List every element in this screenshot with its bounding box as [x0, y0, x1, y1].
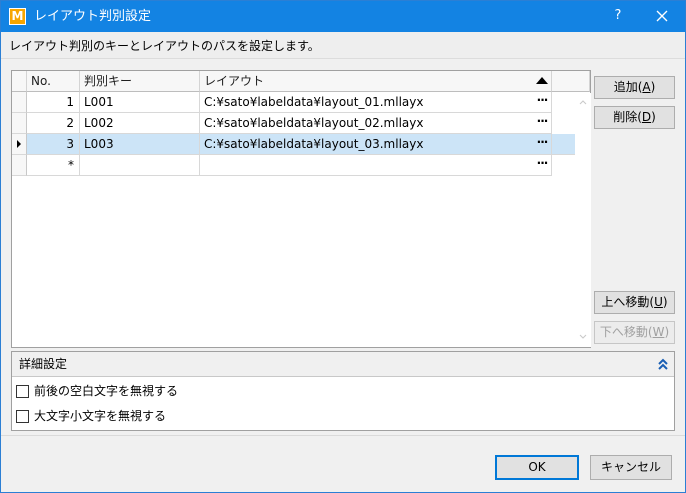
details-header[interactable]: 詳細設定	[12, 352, 674, 377]
move-down-button[interactable]: 下へ移動(W)	[594, 321, 675, 344]
add-button-label: 追加(	[613, 80, 643, 94]
ignore-case-label[interactable]: 大文字小文字を無視する	[34, 409, 166, 424]
details-title: 詳細設定	[19, 357, 68, 371]
cell-no[interactable]: 2	[27, 113, 80, 134]
row-header[interactable]	[12, 155, 27, 176]
new-row-marker[interactable]: *	[27, 155, 80, 176]
move-up-button[interactable]: 上へ移動(U)	[594, 291, 675, 314]
trim-whitespace-label[interactable]: 前後の空白文字を無視する	[34, 384, 178, 399]
description-bar: レイアウト判別のキーとレイアウトのパスを設定します。	[1, 32, 685, 59]
window-title: レイアウト判別設定	[34, 9, 152, 24]
move-down-button-close: )	[664, 325, 670, 339]
browse-ellipsis-button[interactable]: ···	[533, 155, 551, 175]
grid-vertical-scrollbar[interactable]	[575, 93, 591, 347]
cell-key[interactable]: L002	[80, 113, 200, 134]
scroll-up-icon[interactable]	[579, 98, 587, 106]
row-header-current[interactable]	[12, 134, 27, 155]
row-header[interactable]	[12, 113, 27, 134]
help-button[interactable]: ?	[607, 6, 629, 26]
browse-ellipsis-button[interactable]: ···	[533, 134, 551, 154]
move-down-button-mnemonic: W	[652, 325, 665, 339]
cell-key-new[interactable]	[80, 155, 200, 176]
details-panel: 詳細設定 前後の空白文字を無視する 大文字小文字を無視する	[11, 351, 675, 431]
column-header-filler	[552, 71, 590, 92]
current-row-pointer-icon	[17, 140, 21, 148]
row-header[interactable]	[12, 92, 27, 113]
cell-layout[interactable]: C:¥sato¥labeldata¥layout_01.mllayx	[200, 92, 552, 113]
cell-layout-new[interactable]	[200, 155, 552, 176]
chevron-double-up-icon[interactable]	[657, 357, 669, 371]
layout-discrimination-dialog: M レイアウト判別設定 ? レイアウト判別のキーとレイアウトのパスを設定します。…	[0, 0, 686, 493]
cell-no[interactable]: 3	[27, 134, 80, 155]
delete-button-label: 削除(	[613, 110, 642, 124]
move-up-button-close: )	[662, 295, 668, 309]
cancel-button[interactable]: キャンセル	[590, 455, 672, 480]
cell-layout[interactable]: C:¥sato¥labeldata¥layout_02.mllayx	[200, 113, 552, 134]
description-text: レイアウト判別のキーとレイアウトのパスを設定します。	[9, 39, 320, 53]
add-button-close: )	[650, 80, 656, 94]
move-down-button-label: 下へ移動(	[599, 325, 653, 339]
close-icon	[656, 10, 668, 22]
trim-whitespace-checkbox[interactable]	[16, 385, 29, 398]
ignore-case-checkbox[interactable]	[16, 410, 29, 423]
cell-layout[interactable]: C:¥sato¥labeldata¥layout_03.mllayx	[200, 134, 552, 155]
column-header-layout[interactable]: レイアウト	[200, 71, 552, 92]
add-button[interactable]: 追加(A)	[594, 76, 675, 99]
cell-key[interactable]: L003	[80, 134, 200, 155]
column-header-key[interactable]: 判別キー	[80, 71, 200, 92]
selected-row-filler	[552, 134, 575, 155]
app-logo-icon: M	[9, 8, 26, 25]
grid-corner-header	[12, 71, 27, 92]
cell-key[interactable]: L001	[80, 92, 200, 113]
close-button[interactable]	[649, 5, 675, 27]
layout-grid[interactable]: No. 判別キー レイアウト 1 L001 C:¥sato¥labeldata¥…	[11, 70, 591, 348]
browse-ellipsis-button[interactable]: ···	[533, 92, 551, 112]
browse-ellipsis-button[interactable]: ···	[533, 113, 551, 133]
move-up-button-mnemonic: U	[654, 295, 663, 309]
ok-button[interactable]: OK	[495, 455, 579, 480]
cell-no[interactable]: 1	[27, 92, 80, 113]
delete-button-close: )	[651, 110, 656, 124]
column-header-no[interactable]: No.	[27, 71, 80, 92]
scroll-down-icon[interactable]	[579, 333, 587, 341]
move-up-button-label: 上へ移動(	[601, 295, 655, 309]
title-bar: M レイアウト判別設定 ?	[1, 1, 685, 32]
delete-button[interactable]: 削除(D)	[594, 106, 675, 129]
delete-button-mnemonic: D	[641, 110, 652, 124]
add-button-mnemonic: A	[642, 80, 651, 94]
sort-ascending-icon	[536, 77, 548, 84]
main-content: No. 判別キー レイアウト 1 L001 C:¥sato¥labeldata¥…	[1, 59, 685, 435]
dialog-footer: OK キャンセル	[1, 435, 685, 492]
